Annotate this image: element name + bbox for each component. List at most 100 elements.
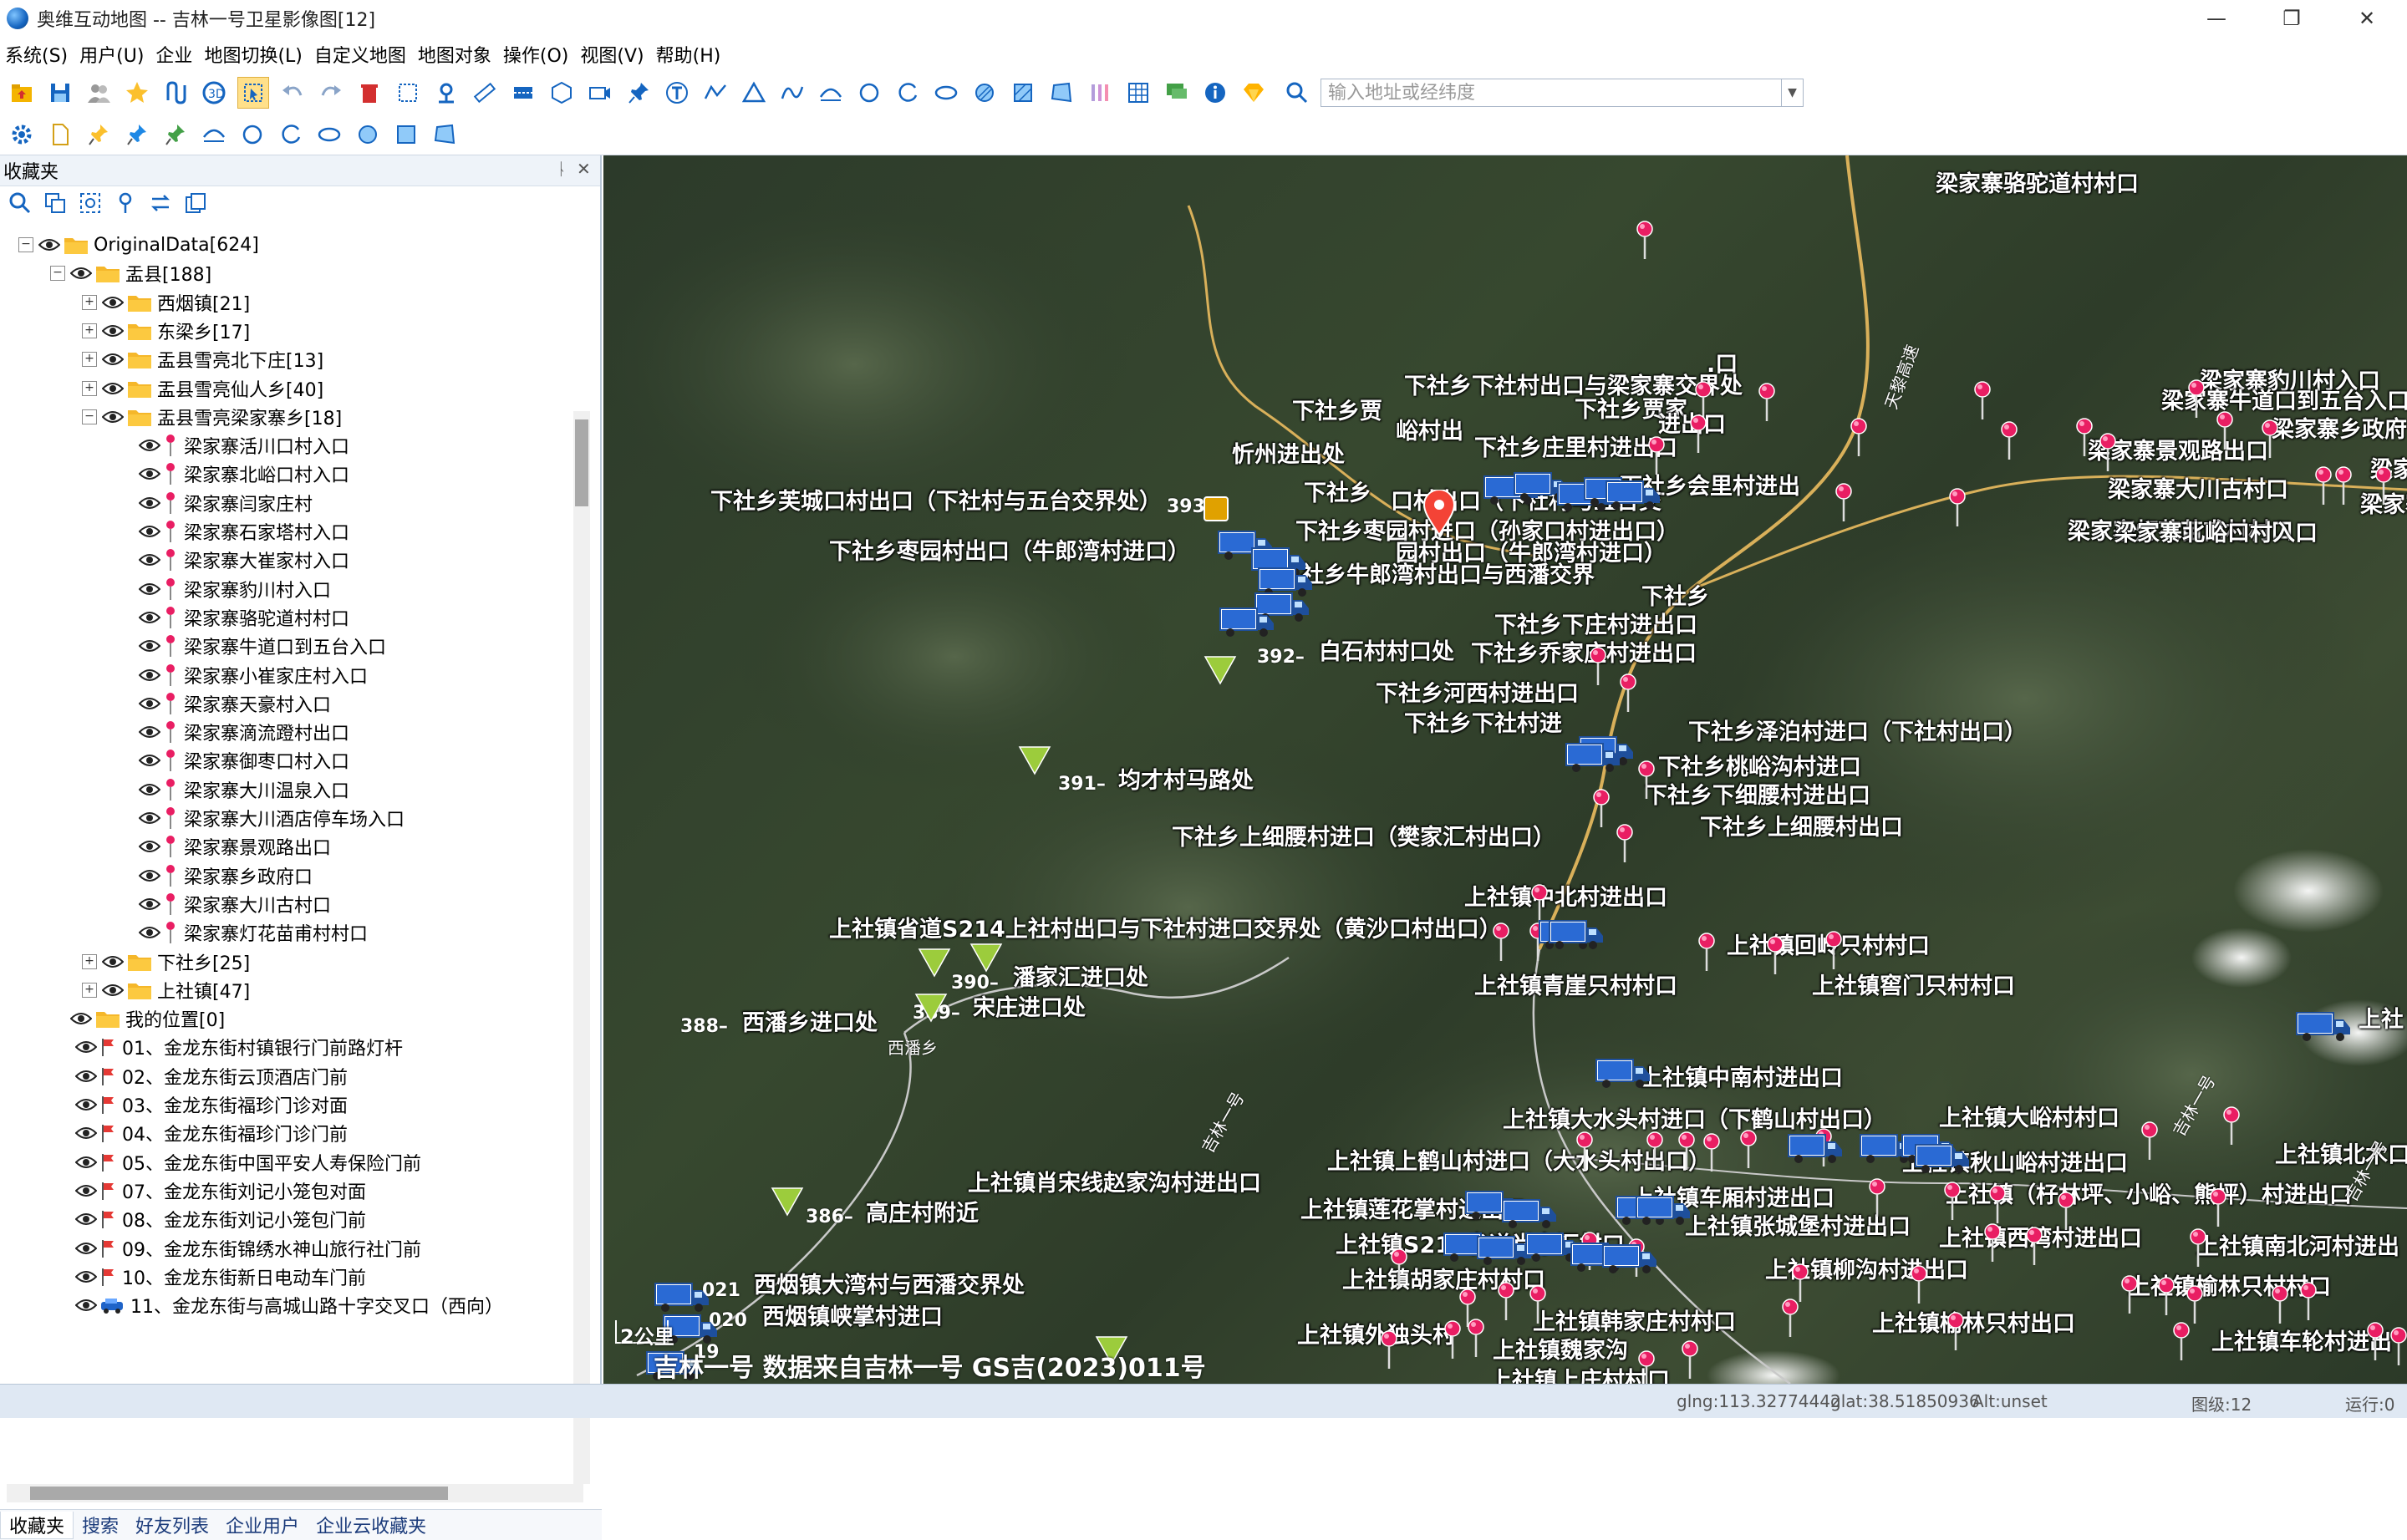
map-poi-label[interactable]: 下社乡枣园村出口（牛郎湾村进口） [829,533,1190,566]
map-pin-icon[interactable] [1688,414,1708,455]
search-button[interactable] [1282,78,1312,108]
map-poi-label[interactable]: 下社乡贾 [1292,393,1382,425]
map-pin-icon[interactable] [1946,1312,1966,1352]
green-flag-icon[interactable] [771,1185,804,1218]
map-poi-label[interactable]: 上社镇外独头村 [1297,1317,1455,1349]
visibility-eye-icon[interactable] [75,1241,97,1256]
visibility-eye-icon[interactable] [75,1155,97,1170]
tree-item-row[interactable]: 梁家寨小崔家庄村入口 [139,661,368,689]
panel-close-icon[interactable]: ✕ [577,159,591,179]
truck-icon[interactable] [1219,605,1277,638]
hscroll-thumb[interactable] [30,1487,448,1500]
panel-locate-button[interactable] [77,190,104,216]
map-poi-label[interactable]: 潘家汇进口处 [1013,959,1148,992]
select-tool-button[interactable] [237,77,269,109]
map-poi-label[interactable]: 西烟镇大湾村与西潘交界处 [754,1267,1025,1299]
tab-enterprise-users[interactable]: 企业用户 [217,1512,308,1538]
map-pin-icon[interactable] [2374,466,2394,506]
ellipse-button[interactable] [931,78,961,108]
visibility-eye-icon[interactable] [75,1039,97,1055]
info-button[interactable] [1200,78,1230,108]
truck-icon[interactable] [654,1280,712,1314]
tree-folder-row[interactable]: − 盂县雪亮梁家寨乡[18] [82,403,342,431]
map-pin-icon[interactable] [1646,436,1667,476]
map-pin-icon[interactable] [2024,1227,2044,1267]
tree-expander[interactable]: − [82,409,97,424]
tree-item-row[interactable]: 梁家寨闫家庄村 [139,489,313,517]
tree-item-row[interactable]: 01、金龙东街村镇银行门前路灯杆 [75,1033,403,1061]
map-pin-icon[interactable] [1790,1263,1810,1304]
polyline-button[interactable] [700,78,730,108]
map-pin-icon[interactable] [1443,1320,1463,1360]
map-poi-label[interactable]: 上社镇肖宋线赵家沟村进出口 [968,1165,1261,1197]
map-pin-icon[interactable] [1618,673,1638,714]
tree-expander[interactable]: + [82,294,97,310]
save-button[interactable] [45,78,75,108]
map-pin-icon[interactable] [1909,1265,1929,1305]
map-pin-icon[interactable] [2171,1322,2191,1362]
map-poi-label[interactable]: 梁家寨乡政府口 [2272,411,2407,444]
tree-item-row[interactable]: 梁家寨牛道口到五台入口 [139,632,386,660]
tree-expander[interactable]: − [50,266,65,282]
green-pin-button[interactable] [160,119,191,150]
visibility-eye-icon[interactable] [139,582,160,597]
marker-button[interactable] [431,78,461,108]
map-pin-icon[interactable] [1491,922,1511,963]
panel-sync-button[interactable] [147,190,174,216]
visibility-eye-icon[interactable] [75,1212,97,1227]
vip-button[interactable] [1239,78,1269,108]
visibility-eye-icon[interactable] [102,352,124,367]
map-pin-icon[interactable] [1379,1330,1399,1370]
visibility-eye-icon[interactable] [139,552,160,567]
tree-item-row[interactable]: 梁家寨大川酒店停车场入口 [139,804,405,832]
menu-map-object[interactable]: 地图对象 [418,41,491,68]
map-pin-icon[interactable] [2186,379,2206,419]
map-pin-icon[interactable] [2215,411,2235,451]
track-button[interactable] [160,78,191,108]
visibility-eye-icon[interactable] [139,839,160,854]
tree-item-row[interactable]: 梁家寨豹川村入口 [139,575,331,603]
map-pin-icon[interactable] [1677,1131,1697,1172]
tree-item-row[interactable]: 梁家寨大川古村口 [139,890,331,918]
visibility-eye-icon[interactable] [139,524,160,539]
tree-expander[interactable]: + [82,352,97,368]
visibility-eye-icon[interactable] [102,381,124,396]
visibility-eye-icon[interactable] [38,237,60,252]
map-pin-icon[interactable] [1757,383,1777,423]
map-poi-label[interactable]: 白石村村口处 [1319,633,1454,666]
map-poi-label[interactable]: 上社 [2359,1001,2404,1034]
menu-operation[interactable]: 操作(O) [503,41,568,68]
menu-help[interactable]: 帮助(H) [656,41,721,68]
map-pin-icon[interactable] [1697,933,1717,973]
map-poi-label[interactable]: 下社乡芙城口村出口（下社村与五台交界处） [710,483,1162,516]
map-pin-icon[interactable] [2156,1277,2176,1317]
map-poi-label[interactable]: 忻州进出处 [1232,436,1345,469]
panel-pin-icon[interactable]: ᚿ [557,159,567,179]
tab-search[interactable]: 搜索 [74,1512,127,1538]
map-pin-icon[interactable] [1987,1185,2008,1225]
arc-button[interactable] [816,78,846,108]
map-pin-icon[interactable] [1982,1223,2002,1263]
map-pin-icon[interactable] [1636,760,1656,800]
tab-favorites[interactable]: 收藏夹 [0,1511,74,1539]
truck-icon[interactable] [1601,1242,1660,1275]
shape-button[interactable] [547,78,577,108]
map-pin-icon[interactable] [1680,1340,1700,1380]
address-dropdown-button[interactable]: ▼ [1782,79,1804,107]
map-poi-label[interactable]: 下社乡下社村进 [1404,705,1562,738]
current-location-marker-icon[interactable] [1422,490,1456,536]
tree-folder-row[interactable]: + 东梁乡[17] [82,317,250,345]
users-button[interactable] [84,78,114,108]
tree-folder-row[interactable]: + 盂县雪亮仙人乡[40] [82,374,323,403]
tree-item-row[interactable]: 梁家寨大川温泉入口 [139,775,349,804]
tree-item-row[interactable]: 08、金龙东街刘记小笼包门前 [75,1205,366,1233]
map-poi-label[interactable]: 上社镇中北村进出口 [1464,879,1667,912]
delete-button[interactable] [354,78,384,108]
visibility-eye-icon[interactable] [75,1126,97,1141]
redo-button[interactable] [316,78,346,108]
visibility-eye-icon[interactable] [102,295,124,310]
tree-item-row[interactable]: 05、金龙东街中国平安人寿保险门前 [75,1148,421,1177]
visibility-eye-icon[interactable] [139,925,160,940]
map-poi-label[interactable]: 西烟镇峡掌村进口 [762,1299,943,1331]
visibility-eye-icon[interactable] [139,438,160,453]
